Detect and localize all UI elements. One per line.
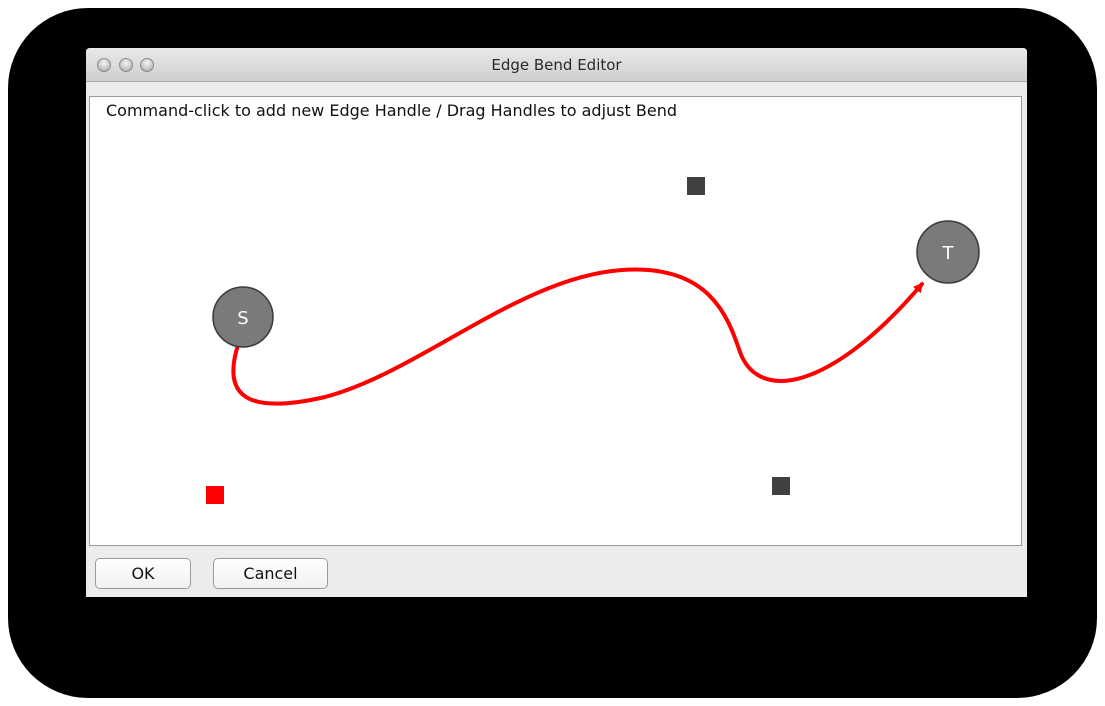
ok-button[interactable]: OK	[95, 558, 191, 589]
bend-canvas[interactable]: S T	[90, 97, 1021, 545]
bend-editor-panel[interactable]: S T Command-click to add new Edge Handle…	[89, 96, 1022, 546]
target-node[interactable]: T	[916, 220, 980, 284]
panel-instructions: Command-click to add new Edge Handle / D…	[104, 101, 679, 120]
window-title: Edge Bend Editor	[491, 56, 622, 74]
source-node[interactable]: S	[212, 286, 274, 348]
source-node-label: S	[237, 308, 248, 329]
edge-handle-bottom-right[interactable]	[772, 477, 790, 495]
bent-edge-curve[interactable]	[231, 267, 924, 406]
edge-bend-editor-window: Edge Bend Editor S T Command-click to ad…	[86, 48, 1027, 597]
edge-handle-top[interactable]	[687, 177, 705, 195]
title-bar[interactable]: Edge Bend Editor	[86, 48, 1027, 82]
edge-handle-selected[interactable]	[206, 486, 224, 504]
cancel-button[interactable]: Cancel	[213, 558, 328, 589]
target-node-label: T	[942, 243, 955, 264]
dialog-content: S T Command-click to add new Edge Handle…	[86, 82, 1027, 597]
